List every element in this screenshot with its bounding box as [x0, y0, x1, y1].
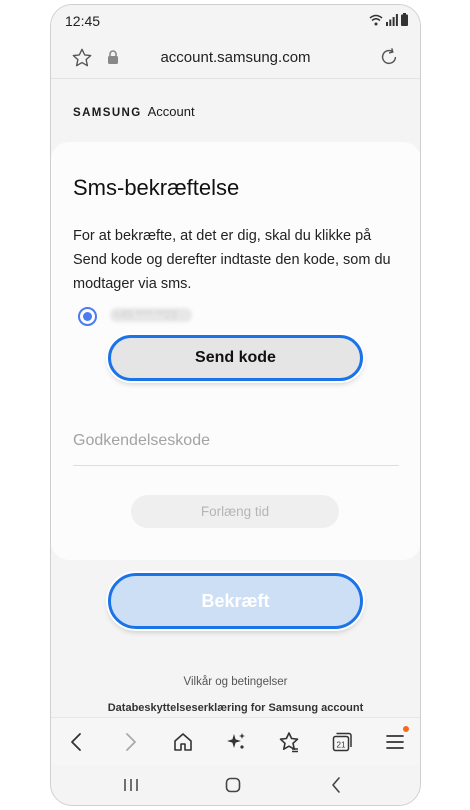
phone-frame: 12:45 account.samsung.com SAMSUNG Account… — [50, 4, 421, 806]
extend-time-button[interactable]: Forlæng tid — [131, 495, 339, 528]
status-bar: 12:45 — [51, 5, 420, 37]
system-nav-bar — [51, 765, 420, 805]
recents-icon[interactable] — [121, 775, 141, 800]
status-icons — [369, 13, 408, 26]
menu-icon[interactable] — [383, 726, 409, 754]
forward-icon[interactable] — [118, 730, 142, 754]
back-nav-icon[interactable] — [327, 775, 347, 800]
reload-icon[interactable] — [378, 46, 400, 73]
home-button-icon[interactable] — [223, 775, 243, 800]
url-text[interactable]: account.samsung.com — [51, 49, 420, 66]
page-title: Sms-bekræftelse — [73, 175, 240, 200]
phone-radio-button[interactable] — [78, 307, 97, 326]
samsung-wordmark: SAMSUNG — [73, 107, 142, 119]
instructions-text: For at bekræfte, at det er dig, skal du … — [73, 228, 391, 292]
sparkle-icon[interactable] — [224, 730, 248, 754]
brand-suffix: Account — [147, 104, 195, 119]
input-underline — [73, 465, 399, 466]
masked-phone-number: +45 **** **23 — [110, 308, 192, 322]
verification-card: Sms-bekræftelse For at bekræfte, at det … — [51, 142, 420, 560]
samsung-account-logo: SAMSUNG Account — [73, 104, 195, 119]
home-icon[interactable] — [171, 730, 195, 754]
confirm-button[interactable]: Bekræft — [108, 573, 363, 629]
browser-url-bar: account.samsung.com — [51, 37, 420, 79]
bookmarks-icon[interactable] — [277, 730, 301, 754]
battery-icon — [401, 13, 408, 26]
verification-code-input[interactable]: Godkendelseskode — [73, 432, 210, 450]
signal-icon — [386, 14, 398, 26]
status-time: 12:45 — [65, 13, 101, 29]
tabs-count: 21 — [337, 741, 346, 750]
page-content: SAMSUNG Account Sms-bekræftelse For at be… — [51, 80, 420, 717]
privacy-link[interactable]: Databeskyttelseserklæring for Samsung ac… — [51, 702, 420, 714]
back-icon[interactable] — [65, 730, 89, 754]
wifi-icon — [369, 14, 383, 26]
terms-link[interactable]: Vilkår og betingelser — [51, 676, 420, 688]
notification-dot — [403, 726, 409, 732]
browser-toolbar: 21 — [51, 717, 420, 765]
send-code-button[interactable]: Send kode — [108, 335, 363, 381]
tabs-icon[interactable]: 21 — [330, 730, 354, 754]
